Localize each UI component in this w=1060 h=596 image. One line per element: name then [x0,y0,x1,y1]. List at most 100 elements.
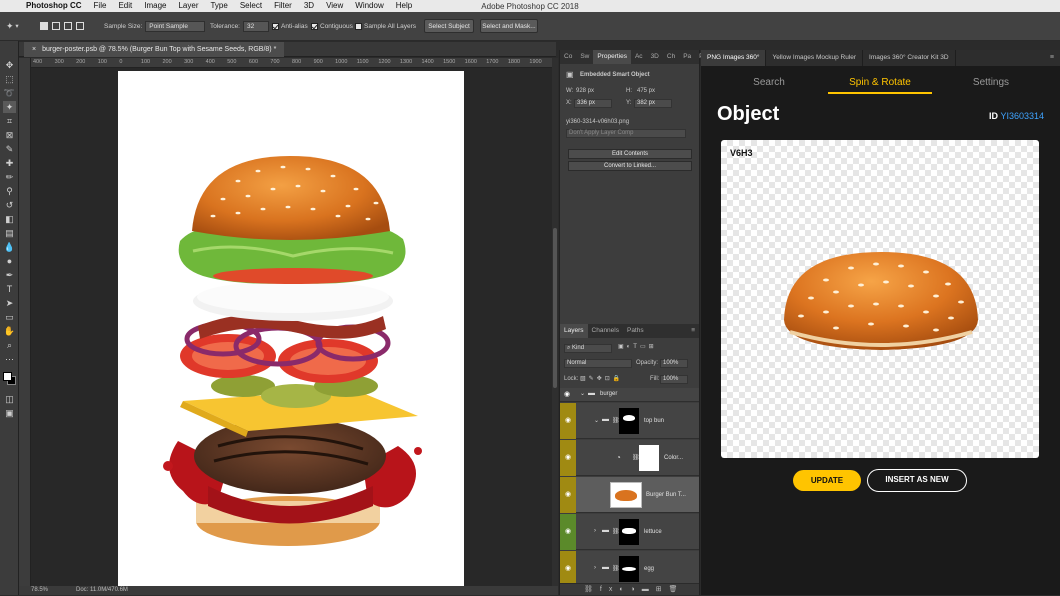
magic-wand-tool-preset[interactable]: ✦ ▾ [6,20,19,32]
eraser-tool-icon[interactable]: ◧ [3,213,16,225]
layer-filter-select[interactable]: ⌕ Kind [564,344,612,353]
h-value[interactable]: 475 px [637,88,655,94]
quick-mask-icon[interactable]: ◫ [3,393,16,405]
group-disclosure-icon[interactable]: › [594,528,596,534]
plugin-menu-icon[interactable]: ≡ [1050,50,1060,66]
tab-color[interactable]: Co [560,50,576,64]
tab-channels[interactable]: Channels [588,324,623,338]
convert-to-linked-button[interactable]: Convert to Linked... [568,161,692,171]
menu-image[interactable]: Image [138,0,172,12]
artboard[interactable] [118,71,464,587]
tab-png-images-360[interactable]: PNG Images 360° [701,50,767,66]
smart-object-thumbnail[interactable] [610,482,642,508]
menu-edit[interactable]: Edit [112,0,138,12]
screen-mode-icon[interactable]: ▣ [3,407,16,419]
layer-group-burger[interactable]: ◉ ⌄ ▬ burger [560,388,699,402]
anti-alias-checkbox[interactable]: Anti-alias [272,20,308,32]
menu-filter[interactable]: Filter [268,0,298,12]
foreground-color-swatch[interactable] [3,372,12,381]
eye-icon[interactable]: ◉ [560,551,576,587]
eye-icon[interactable]: ◉ [560,403,576,439]
update-button[interactable]: UPDATE [793,470,861,491]
zoom-level[interactable]: 78.5% [31,587,48,593]
layer-mask-thumbnail[interactable] [619,556,639,582]
layer-lettuce[interactable]: ◉ › ▬ ⛓ lettuce [560,514,699,550]
tab-3d[interactable]: 3D [647,50,663,64]
new-selection-icon[interactable] [40,22,48,30]
tab-character[interactable]: Ch [663,50,679,64]
tab-paths[interactable]: Paths [623,324,648,338]
hand-tool-icon[interactable]: ✋ [3,325,16,337]
group-disclosure-icon[interactable]: ⌄ [594,417,599,424]
more-tools-icon[interactable]: ⋯ [3,353,16,365]
menu-app[interactable]: Photoshop CC [20,0,88,12]
nav-search[interactable]: Search [741,74,797,94]
scroll-thumb[interactable] [553,228,557,388]
eye-icon[interactable]: ◉ [560,477,576,513]
opacity-field[interactable]: 100% [660,359,688,368]
layer-comp-select[interactable]: Don't Apply Layer Comp [566,129,686,138]
lasso-tool-icon[interactable]: ➰ [3,87,16,99]
brush-tool-icon[interactable]: ✏ [3,171,16,183]
eye-icon[interactable]: ◉ [560,514,576,550]
layer-mask-thumbnail[interactable] [619,408,639,434]
tab-actions[interactable]: Ac [631,50,647,64]
edit-contents-button[interactable]: Edit Contents [568,149,692,159]
tab-layers[interactable]: Layers [560,324,588,338]
move-tool-icon[interactable]: ✥ [3,59,16,71]
clone-stamp-icon[interactable]: ⚲ [3,185,16,197]
sample-size-select[interactable]: Point Sample [145,20,206,32]
pen-tool-icon[interactable]: ✒ [3,269,16,281]
layer-burger-bun-top[interactable]: ◉ Burger Bun T... [560,477,699,513]
history-brush-icon[interactable]: ↺ [3,199,16,211]
path-selection-icon[interactable]: ➤ [3,297,16,309]
gradient-tool-icon[interactable]: ▤ [3,227,16,239]
horizontal-ruler[interactable]: 400 300 200 100 0 100 200 300 400 500 600 700 800 900… [31,58,552,68]
nav-spin-rotate[interactable]: Spin & Rotate [828,74,932,94]
group-disclosure-icon[interactable]: › [594,565,596,571]
intersect-selection-icon[interactable] [76,22,84,30]
crop-tool-icon[interactable]: ⌗ [3,115,16,127]
add-selection-icon[interactable] [52,22,60,30]
fill-field[interactable]: 100% [660,375,688,384]
layer-egg[interactable]: ◉ › ▬ ⛓ egg [560,551,699,587]
tab-paragraph[interactable]: Pa [679,50,695,64]
menu-3d[interactable]: 3D [298,0,320,12]
tab-properties[interactable]: Properties [593,50,631,64]
doc-size[interactable]: Doc: 11.0M/470.6M [76,587,128,593]
menu-window[interactable]: Window [349,0,389,12]
menu-help[interactable]: Help [390,0,418,12]
layer-filter-icons[interactable]: ▣◐T▭⊞ [618,343,657,350]
group-disclosure-icon[interactable]: ⌄ [580,390,585,397]
eye-icon[interactable]: ◉ [560,440,576,476]
layer-top-bun[interactable]: ◉ ⌄ ▬ ⛓ top bun [560,403,699,439]
type-tool-icon[interactable]: T [3,283,16,295]
tab-creator-kit[interactable]: Images 360° Creator Kit 3D [863,50,956,66]
x-field[interactable]: 336 px [574,99,612,108]
contiguous-checkbox[interactable]: Contiguous [311,20,353,32]
tab-swatches[interactable]: Sw [576,50,593,64]
frame-tool-icon[interactable]: ⊠ [3,129,16,141]
blend-mode-select[interactable]: Normal [564,359,632,368]
vertical-ruler[interactable] [19,58,31,586]
nav-settings[interactable]: Settings [963,74,1019,94]
layer-color-adjustment[interactable]: ◉ ◔ ⛓ Color... [560,440,699,476]
sample-all-layers-checkbox[interactable]: Sample All Layers [355,20,416,32]
select-and-mask-button[interactable]: Select and Mask... [480,19,538,33]
marquee-tool-icon[interactable]: ⬚ [3,73,16,85]
magic-wand-tool-icon[interactable]: ✦ [3,101,16,113]
subtract-selection-icon[interactable] [64,22,72,30]
layer-mask-thumbnail[interactable] [619,519,639,545]
insert-as-new-button[interactable]: INSERT AS NEW [867,469,967,492]
object-id-link[interactable]: YI3603314 [1000,111,1044,121]
object-preview[interactable]: V6H3 [721,140,1039,458]
y-field[interactable]: 382 px [634,99,672,108]
layers-footer-icons[interactable]: ⛓fx◐◑▬⊞🗑 [560,583,699,595]
w-value[interactable]: 928 px [576,88,594,94]
menu-view[interactable]: View [320,0,349,12]
zoom-tool-icon[interactable]: ⌕ [3,339,16,351]
document-tab[interactable]: × burger-poster.psb @ 78.5% (Burger Bun T… [24,42,285,57]
menu-file[interactable]: File [88,0,113,12]
lock-icons[interactable]: ▧✎✥⊡🔒 [580,375,623,382]
menu-layer[interactable]: Layer [172,0,204,12]
